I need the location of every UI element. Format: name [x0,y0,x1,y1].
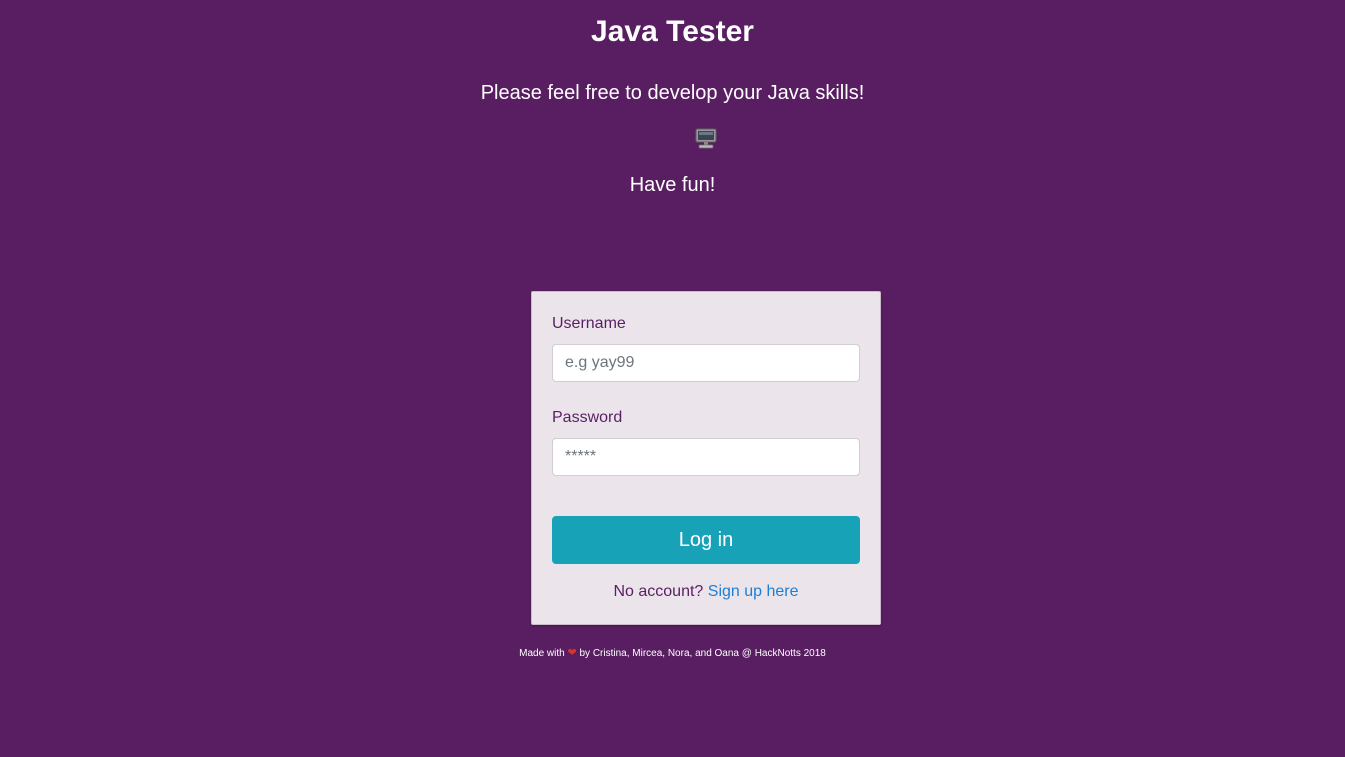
tagline: Have fun! [629,174,716,196]
footer-credits-text: by Cristina, Mircea, Nora, and Oana @ Ha… [579,648,826,659]
login-page: Java Tester Please feel free to develop … [0,0,1345,757]
page-subtitle: Please feel free to develop your Java sk… [480,82,865,104]
heart-icon: ❤ [567,647,577,659]
footer-made-with: Made with [519,648,565,659]
computer-icon [695,128,717,150]
username-label: Username [552,315,626,332]
login-button[interactable]: Log in [552,516,860,564]
signup-link[interactable]: Sign up here [708,583,799,600]
login-card: Username Password Log in No account? Sig… [531,291,881,625]
password-input[interactable] [552,438,860,476]
username-input[interactable] [552,344,860,382]
signup-prompt-line: No account? Sign up here [532,582,880,602]
footer-credits: Made with ❤ by Cristina, Mircea, Nora, a… [0,646,1345,661]
signup-prompt: No account? [613,583,704,600]
page-title: Java Tester [591,15,754,48]
password-label: Password [552,409,623,426]
